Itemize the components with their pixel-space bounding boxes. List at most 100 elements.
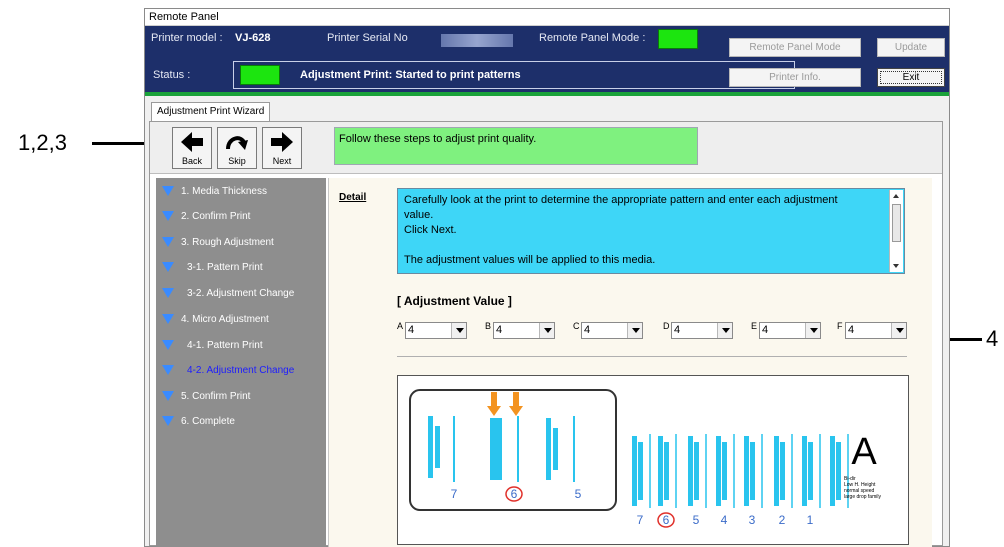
callout-line-left [92,142,152,145]
scroll-thumb[interactable] [892,204,901,242]
back-button[interactable]: Back [172,127,212,169]
skip-button[interactable]: Skip [217,127,257,169]
step-label: 3. Rough Adjustment [181,237,274,248]
row-number: 1 [807,513,814,527]
adjustment-letter: C [573,321,580,331]
step-marker-icon [162,391,174,401]
step-item[interactable]: 3-1. Pattern Print [162,262,263,278]
remote-panel-mode-button[interactable]: Remote Panel Mode [729,38,861,57]
row-number: 3 [749,513,756,527]
big-letter: A [851,431,877,473]
window-title: Remote Panel [145,9,949,26]
detail-scrollbar[interactable] [889,190,903,272]
status-indicator [240,65,280,85]
back-label: Back [181,156,202,166]
orange-arrow [509,406,523,416]
adjustment-letter: A [397,321,404,331]
status-box: Adjustment Print: Started to print patte… [233,61,795,89]
detail-line-2: value. [404,209,434,221]
row-number: 5 [693,513,700,527]
row-number: 2 [779,513,786,527]
adjustment-select[interactable]: 4 [581,322,643,339]
dropdown-arrow-icon[interactable] [805,323,820,338]
callout-label-left: 1,2,3 [18,130,67,155]
step-marker-icon [162,314,174,324]
next-arrow-icon [271,132,293,152]
dropdown-arrow-icon[interactable] [539,323,554,338]
adjustment-select[interactable]: 4 [845,322,907,339]
adjustment-select[interactable]: 4 [671,322,733,339]
step-detail-panel: Detail Carefully look at the print to de… [328,178,932,547]
pattern-bar [664,442,669,500]
pattern-bar [744,436,749,506]
adjustment-select[interactable]: 4 [493,322,555,339]
printer-model-value: VJ-628 [235,32,271,44]
detail-line-4: The adjustment values will be applied to… [404,254,656,266]
dropdown-arrow-icon[interactable] [717,323,732,338]
orange-arrow [487,406,501,416]
back-arrow-icon [181,132,203,152]
pattern-bar [780,442,785,500]
panel-mode-label: Remote Panel Mode : [539,32,646,44]
pattern-bar [658,436,663,506]
step-marker-icon [162,237,174,247]
pattern-svg: 7 6 57 6 5 4 3 2 1ABi-dirLow H. Heightnormal spe… [409,389,881,528]
exit-button[interactable]: Exit [877,68,945,87]
detail-text-box: Carefully look at the print to determine… [397,188,905,274]
step-label: 3-1. Pattern Print [187,262,263,273]
detail-label: Detail [339,192,367,203]
printer-info-button[interactable]: Printer Info. [729,68,861,87]
dropdown-arrow-icon[interactable] [451,323,466,338]
step-item[interactable]: 3. Rough Adjustment [162,237,274,253]
tab-adjustment-print-wizard[interactable]: Adjustment Print Wizard [151,102,271,122]
next-label: Next [272,156,292,166]
step-label: 6. Complete [181,416,235,427]
zoom-number: 7 [451,487,458,501]
update-button[interactable]: Update [877,38,945,57]
step-label: 3-2. Adjustment Change [187,288,295,299]
pattern-bar [722,442,727,500]
step-marker-icon [162,262,174,272]
pattern-bar [802,436,807,506]
scroll-up-arrow[interactable] [893,194,899,198]
scroll-down-arrow[interactable] [893,264,899,268]
next-button[interactable]: Next [262,127,302,169]
adjustment-letter: D [663,321,670,331]
pattern-bar [750,442,755,500]
step-label: 4-1. Pattern Print [187,340,263,351]
step-item[interactable]: 4. Micro Adjustment [162,314,269,330]
exit-button-label: Exit [902,72,920,83]
status-label: Status : [153,69,191,81]
step-item[interactable]: 4-2. Adjustment Change [162,365,294,381]
divider [397,356,907,357]
panel-mode-indicator [658,29,698,49]
step-item[interactable]: 1. Media Thickness [162,186,267,202]
dropdown-arrow-icon[interactable] [627,323,642,338]
step-item[interactable]: 5. Confirm Print [162,391,250,407]
pattern-note: large drop family [844,494,881,500]
wizard-content: Back Skip Next Follow these steps to adj… [149,121,943,547]
detail-line-1: Carefully look at the print to determine… [404,194,838,206]
step-label: 4-2. Adjustment Change [187,365,295,376]
step-item[interactable]: 3-2. Adjustment Change [162,288,294,304]
zoom-bar [490,418,502,480]
adjustment-value-title: [ Adjustment Value ] [397,294,512,308]
step-marker-icon [162,186,174,196]
step-item[interactable]: 6. Complete [162,416,235,432]
dropdown-arrow-icon[interactable] [891,323,906,338]
pattern-bar [716,436,721,506]
adjustment-select[interactable]: 4 [759,322,821,339]
step-marker-icon [162,365,174,375]
adjustment-select-value: 4 [848,324,855,336]
pattern-bar [808,442,813,500]
adjustment-select[interactable]: 4 [405,322,467,339]
printer-serial-label: Printer Serial No [327,32,408,44]
adjustment-select-value: 4 [762,324,769,336]
step-list: 1. Media Thickness 2. Confirm Print 3. Rou… [156,178,326,547]
printer-serial-value-redacted [441,34,513,47]
step-item[interactable]: 2. Confirm Print [162,211,250,227]
remote-panel-window: Remote Panel Printer model : VJ-628 Prin… [144,8,950,547]
pattern-bar [632,436,637,506]
zoom-bar [428,416,433,478]
step-item[interactable]: 4-1. Pattern Print [162,340,263,356]
